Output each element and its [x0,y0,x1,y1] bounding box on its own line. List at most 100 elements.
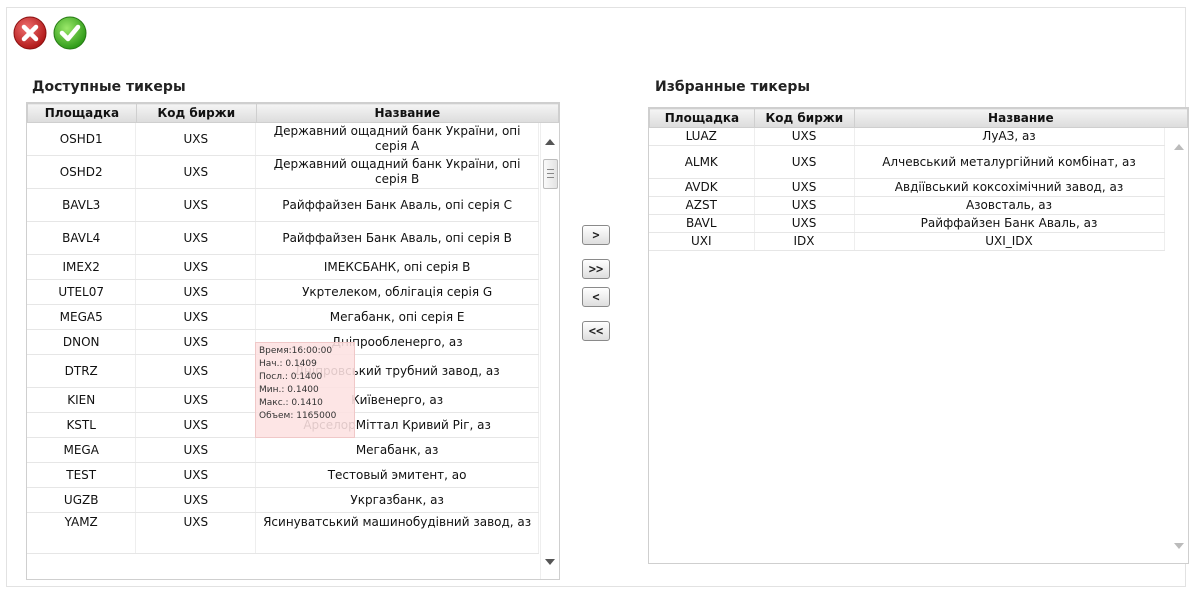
table-row[interactable]: UTEL07 UXS Укртелеком, облігація серія G [27,279,539,305]
scroll-thumb[interactable] [543,159,558,189]
cell-exchange-code: UXS [754,145,855,179]
cell-exchange-code: UXS [754,178,855,197]
tooltip-volume: Объем: 1165000 [259,411,337,421]
cell-name: Укртелеком, облігація серія G [255,279,539,305]
cell-exchange-code: IDX [754,232,855,251]
cell-platform: DTRZ [27,354,137,388]
cell-exchange-code: UXS [135,155,257,189]
cell-exchange-code: UXS [135,123,257,156]
cell-exchange-code: UXS [135,254,257,280]
cell-exchange-code: UXS [754,128,855,146]
cell-platform: LUAZ [649,128,755,146]
table-row[interactable]: UGZB UXS Укргазбанк, аз [27,487,539,513]
cancel-icon [13,16,47,50]
scroll-up-arrow-icon[interactable] [545,139,555,145]
cell-name: Азовсталь, аз [854,196,1165,215]
cell-platform: UGZB [27,487,137,513]
scroll-down-arrow-icon[interactable] [1174,543,1184,549]
selected-tickers-grid[interactable]: Площадка Код биржи Название LUAZ UXS ЛуАЗ,… [648,107,1189,564]
cell-name: Укргазбанк, аз [255,487,539,513]
table-row[interactable]: OSHD2 UXS Державний ощадний банк України, … [27,155,539,189]
cell-name: Ясинуватський машинобудівний завод, аз [255,512,539,554]
cell-platform: KIEN [27,387,137,413]
cancel-button[interactable] [13,16,47,50]
table-row[interactable]: BAVL UXS Райффайзен Банк Аваль, аз [649,214,1165,233]
cell-name: Державний ощадний банк України, опі сері… [255,155,539,189]
table-row[interactable]: AVDK UXS Авдіївський коксохімічний завод, … [649,178,1165,197]
selected-body: LUAZ UXS ЛуАЗ, аз ALMK UXS Алчевський металур… [649,128,1165,251]
available-header: Площадка Код биржи Название [27,103,559,123]
scroll-down-arrow-icon[interactable] [545,559,555,565]
cell-exchange-code: UXS [754,196,855,215]
cell-platform: MEGA5 [27,304,137,330]
table-row[interactable]: MEGA UXS Мегабанк, аз [27,437,539,463]
cell-name: Тестовый эмитент, ао [255,462,539,488]
remove-one-button[interactable]: < [582,287,610,307]
cell-platform: BAVL4 [27,221,137,255]
cell-platform: OSHD2 [27,155,137,189]
table-row[interactable]: LUAZ UXS ЛуАЗ, аз [649,128,1165,146]
tooltip-max: Макс.: 0.1410 [259,398,323,408]
cell-exchange-code: UXS [135,387,257,413]
column-header-exchange-code[interactable]: Код биржи [135,103,257,123]
selected-header: Площадка Код биржи Название [649,108,1188,128]
cell-exchange-code: UXS [135,188,257,222]
cell-exchange-code: UXS [135,437,257,463]
table-row[interactable]: ALMK UXS Алчевський металургійний комбінат… [649,145,1165,179]
cell-name: Мегабанк, опі серія E [255,304,539,330]
cell-exchange-code: UXS [754,214,855,233]
cell-name: Райффайзен Банк Аваль, опі серія C [255,188,539,222]
cell-exchange-code: UXS [135,279,257,305]
cell-platform: MEGA [27,437,137,463]
available-scrollbar[interactable] [540,123,559,579]
cell-platform: OSHD1 [27,123,137,156]
cell-name: Мегабанк, аз [255,437,539,463]
cell-name: Райффайзен Банк Аваль, аз [854,214,1165,233]
table-row[interactable]: BAVL3 UXS Райффайзен Банк Аваль, опі серія… [27,188,539,222]
table-row[interactable]: TEST UXS Тестовый эмитент, ао [27,462,539,488]
table-row[interactable]: YAMZ UXS Ясинуватський машинобудівний заво… [27,512,539,554]
cell-platform: DNON [27,329,137,355]
cell-name: Райффайзен Банк Аваль, опі серія B [255,221,539,255]
table-row[interactable]: MEGA5 UXS Мегабанк, опі серія E [27,304,539,330]
cell-exchange-code: UXS [135,329,257,355]
tooltip-time: Время:16:00:00 [259,346,333,356]
cell-platform: UXI [649,232,755,251]
available-body: OSHD1 UXS Державний ощадний банк України, … [27,123,539,554]
cell-exchange-code: UXS [135,221,257,255]
cell-exchange-code: UXS [135,462,257,488]
remove-all-button[interactable]: << [582,321,610,341]
table-row[interactable]: OSHD1 UXS Державний ощадний банк України, … [27,123,539,156]
table-row[interactable]: IMEX2 UXS ІМЕКСБАНК, опі серія B [27,254,539,280]
cell-platform: AZST [649,196,755,215]
selected-scrollbar[interactable] [1170,128,1188,563]
scroll-up-arrow-icon[interactable] [1174,144,1184,150]
cell-platform: TEST [27,462,137,488]
add-all-button[interactable]: >> [582,259,610,279]
available-tickers-grid[interactable]: Площадка Код биржи Название OSHD1 UXS Держ… [26,102,560,580]
table-row[interactable]: UXI IDX UXI_IDX [649,232,1165,251]
selected-title: Избранные тикеры [655,79,811,95]
column-header-name[interactable]: Название [853,108,1188,128]
cell-platform: BAVL [649,214,755,233]
available-title: Доступные тикеры [32,79,186,95]
cell-platform: AVDK [649,178,755,197]
cell-exchange-code: UXS [135,512,257,554]
cell-exchange-code: UXS [135,487,257,513]
cell-platform: YAMZ [27,512,137,554]
column-header-exchange-code[interactable]: Код биржи [753,108,855,128]
tooltip-last: Посл.: 0.1400 [259,372,323,382]
confirm-button[interactable] [53,16,87,50]
cell-name: UXI_IDX [854,232,1165,251]
cell-name: ЛуАЗ, аз [854,128,1165,146]
cell-platform: ALMK [649,145,755,179]
cell-name: Державний ощадний банк України, опі сері… [255,123,539,156]
add-one-button[interactable]: > [582,225,610,245]
cell-exchange-code: UXS [135,354,257,388]
table-row[interactable]: AZST UXS Азовсталь, аз [649,196,1165,215]
table-row[interactable]: BAVL4 UXS Райффайзен Банк Аваль, опі серія… [27,221,539,255]
column-header-platform[interactable]: Площадка [649,108,755,128]
cell-exchange-code: UXS [135,304,257,330]
column-header-platform[interactable]: Площадка [27,103,137,123]
column-header-name[interactable]: Название [255,103,559,123]
